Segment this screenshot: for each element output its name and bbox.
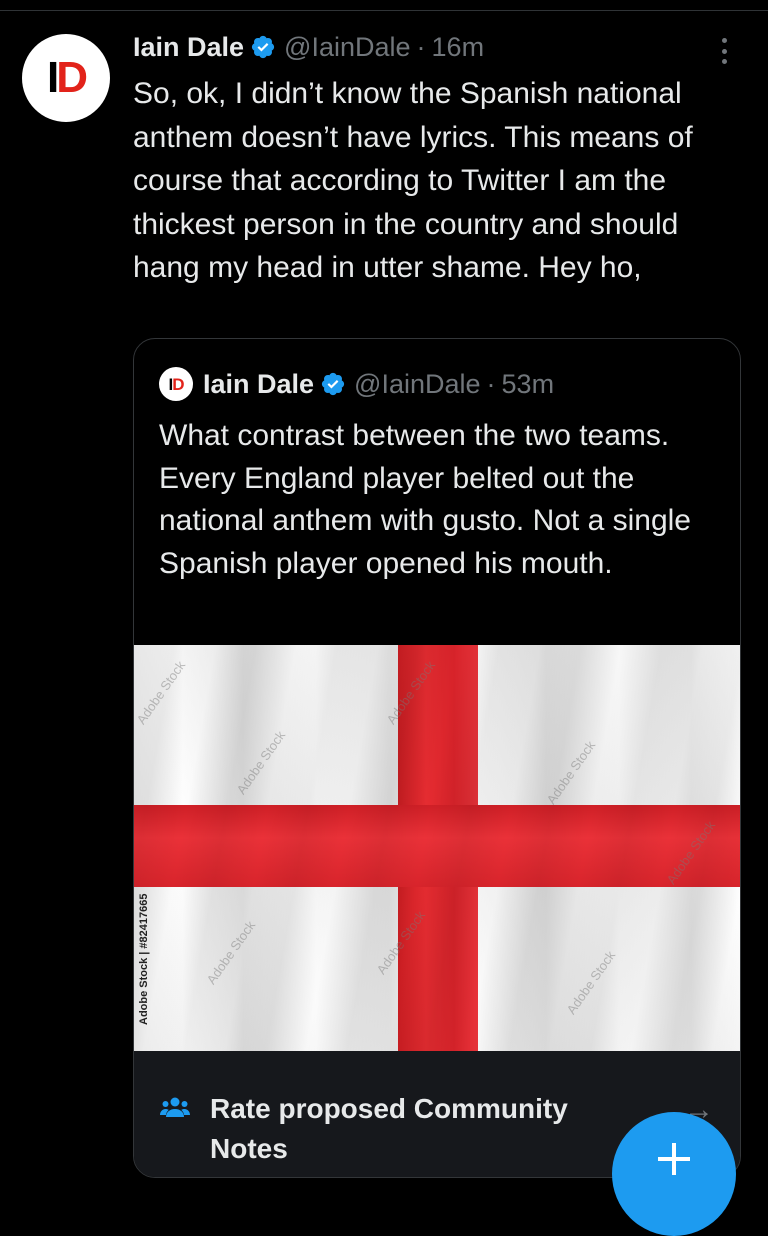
quoted-author-avatar: ID: [159, 367, 193, 401]
community-notes-label: Rate proposed Community Notes: [210, 1093, 568, 1164]
verified-badge-icon: [251, 35, 275, 59]
plus-icon: [658, 1143, 690, 1175]
quoted-timestamp: 53m: [501, 368, 555, 399]
people-icon: [160, 1097, 190, 1117]
flag-shading: [134, 645, 740, 1051]
separator-dot: ·: [486, 368, 496, 399]
author-handle[interactable]: @IainDale: [284, 32, 410, 63]
quoted-author-handle: @IainDale: [354, 368, 481, 399]
quoted-tweet-header: ID Iain Dale @IainDale · 53m: [159, 367, 554, 401]
avatar-logo: ID: [46, 53, 88, 102]
separator-dot: ·: [416, 31, 426, 62]
quoted-tweet-card[interactable]: ID Iain Dale @IainDale · 53m What contra…: [133, 338, 741, 1178]
quoted-author-name: Iain Dale: [203, 368, 315, 399]
author-avatar[interactable]: ID: [22, 34, 110, 122]
more-options-button[interactable]: [712, 36, 736, 66]
england-flag-image[interactable]: Adobe Stock Adobe Stock Adobe Stock Adob…: [134, 645, 740, 1051]
image-credit: Adobe Stock | #82417665: [138, 893, 150, 1025]
compose-button[interactable]: [612, 1112, 736, 1236]
top-divider: [0, 10, 768, 11]
tweet-header: Iain Dale @IainDale · 16m: [133, 30, 484, 64]
author-name[interactable]: Iain Dale: [133, 32, 244, 63]
more-vertical-icon: [721, 38, 727, 43]
timestamp[interactable]: 16m: [432, 32, 485, 63]
quoted-tweet-text: What contrast between the two teams. Eve…: [159, 419, 691, 580]
tweet-text: So, ok, I didn’t know the Spanish nation…: [133, 77, 693, 284]
verified-badge-icon: [321, 372, 345, 396]
